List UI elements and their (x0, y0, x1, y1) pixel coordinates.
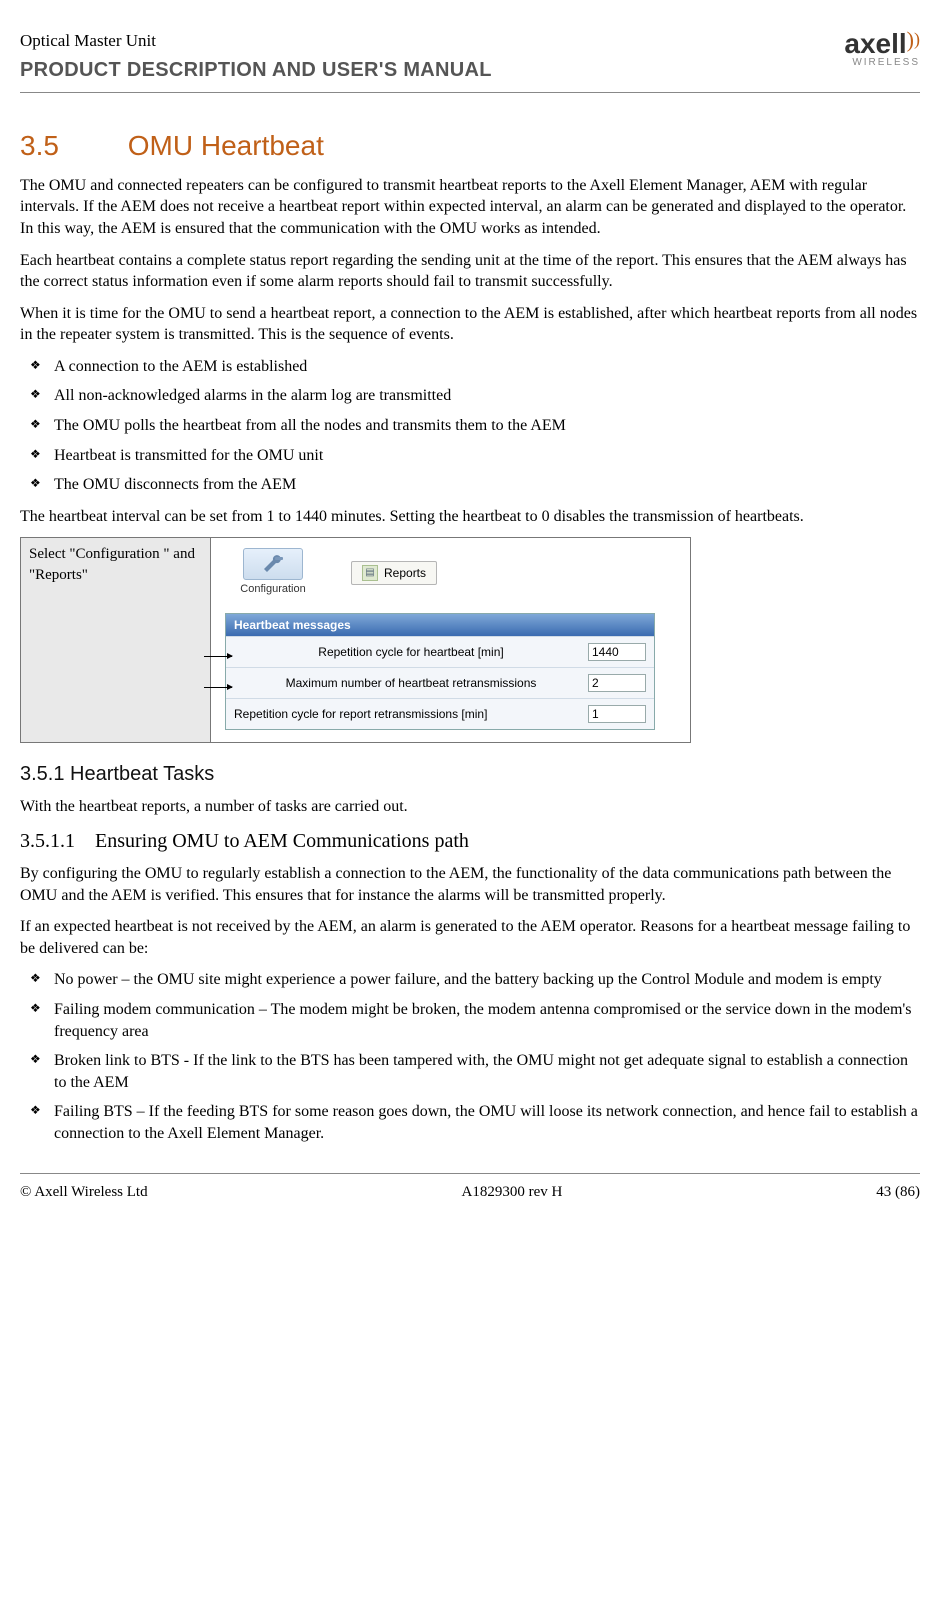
subsub-number: 3.5.1.1 (20, 830, 75, 852)
reports-icon: ▤ (362, 565, 378, 581)
footer-center: A1829300 rev H (462, 1182, 563, 1202)
heartbeat-row-label: Repetition cycle for report retransmissi… (234, 706, 487, 722)
para-intro-3: When it is time for the OMU to send a he… (20, 303, 920, 346)
heartbeat-panel-title: Heartbeat messages (226, 614, 654, 636)
configuration-button[interactable]: Configuration (225, 548, 321, 597)
arrow-icon (204, 687, 232, 688)
footer-left: © Axell Wireless Ltd (20, 1182, 148, 1202)
para-tasks: With the heartbeat reports, a number of … (20, 796, 920, 818)
toolbar-row: Configuration ▤ Reports (225, 548, 682, 597)
list-item: Heartbeat is transmitted for the OMU uni… (20, 445, 920, 467)
list-item: No power – the OMU site might experience… (20, 969, 920, 991)
product-title: Optical Master Unit (20, 30, 844, 53)
heartbeat-row: Maximum number of heartbeat retransmissi… (226, 667, 654, 698)
subsub-title: Ensuring OMU to AEM Communications path (95, 830, 469, 852)
sequence-list: A connection to the AEM is established A… (20, 356, 920, 496)
screenshot-table: Select "Configuration " and "Reports" Co… (20, 537, 691, 743)
page-header: Optical Master Unit PRODUCT DESCRIPTION … (20, 30, 920, 84)
para-interval: The heartbeat interval can be set from 1… (20, 506, 920, 528)
reports-label: Reports (384, 565, 426, 581)
para-intro-2: Each heartbeat contains a complete statu… (20, 250, 920, 293)
arrow-icon (204, 656, 232, 657)
configuration-label: Configuration (225, 582, 321, 597)
wrench-icon (243, 548, 303, 580)
section-title: OMU Heartbeat (128, 130, 324, 161)
footer-rule (20, 1173, 920, 1174)
heartbeat-row: Repetition cycle for heartbeat [min] (226, 636, 654, 667)
section-number: 3.5 (20, 127, 120, 165)
subsection-heading: 3.5.1 Heartbeat Tasks (20, 761, 920, 788)
list-item: Failing modem communication – The modem … (20, 999, 920, 1042)
logo-subtext: WIRELESS (844, 58, 920, 68)
report-retrans-input[interactable] (588, 705, 646, 723)
instruction-cell: Select "Configuration " and "Reports" (21, 538, 211, 743)
screenshot-cell: Configuration ▤ Reports Heartbeat messag… (211, 538, 691, 743)
max-retrans-input[interactable] (588, 674, 646, 692)
para-comm-1: By configuring the OMU to regularly esta… (20, 863, 920, 906)
footer-right: 43 (86) (876, 1182, 920, 1202)
heartbeat-row-label: Repetition cycle for heartbeat [min] (318, 644, 503, 660)
heartbeat-cycle-input[interactable] (588, 643, 646, 661)
manual-title: PRODUCT DESCRIPTION AND USER'S MANUAL (20, 57, 844, 84)
list-item: A connection to the AEM is established (20, 356, 920, 378)
failure-list: No power – the OMU site might experience… (20, 969, 920, 1144)
section-heading: 3.5 OMU Heartbeat (20, 127, 920, 165)
header-rule (20, 92, 920, 93)
list-item: The OMU disconnects from the AEM (20, 474, 920, 496)
logo: axell)) WIRELESS (844, 30, 920, 68)
para-intro-1: The OMU and connected repeaters can be c… (20, 175, 920, 240)
heartbeat-row-label: Maximum number of heartbeat retransmissi… (286, 675, 537, 691)
para-comm-2: If an expected heartbeat is not received… (20, 916, 920, 959)
reports-button[interactable]: ▤ Reports (351, 561, 437, 585)
heartbeat-row: Repetition cycle for report retransmissi… (226, 698, 654, 729)
list-item: Broken link to BTS - If the link to the … (20, 1050, 920, 1093)
header-left: Optical Master Unit PRODUCT DESCRIPTION … (20, 30, 844, 84)
heartbeat-panel: Heartbeat messages Repetition cycle for … (225, 613, 655, 730)
list-item: Failing BTS – If the feeding BTS for som… (20, 1101, 920, 1144)
logo-text: axell (844, 28, 906, 59)
page-footer: © Axell Wireless Ltd A1829300 rev H 43 (… (20, 1182, 920, 1202)
list-item: The OMU polls the heartbeat from all the… (20, 415, 920, 437)
subsubsection-heading: 3.5.1.1 Ensuring OMU to AEM Communicatio… (20, 828, 920, 855)
list-item: All non-acknowledged alarms in the alarm… (20, 385, 920, 407)
